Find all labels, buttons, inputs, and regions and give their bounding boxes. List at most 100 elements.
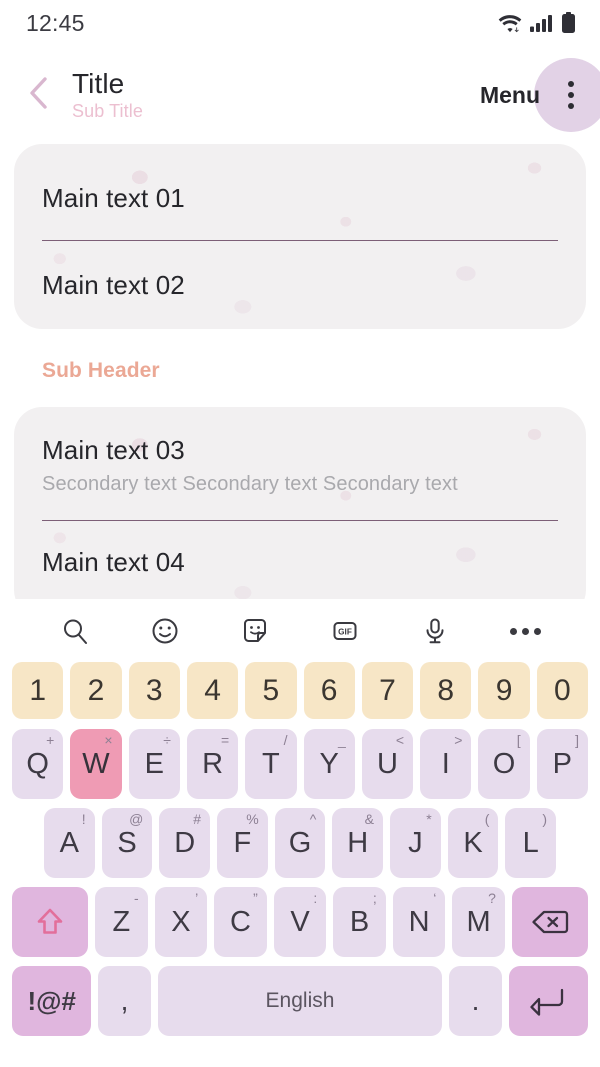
more-horizontal-icon[interactable]: [501, 607, 549, 655]
menu-label[interactable]: Menu: [480, 82, 540, 109]
sticker-icon[interactable]: [231, 607, 279, 655]
key-r-symbol: =: [221, 732, 230, 748]
symbols-key[interactable]: !@#: [12, 966, 92, 1036]
key-d[interactable]: # D: [159, 808, 210, 878]
keyboard-number-row: 1 2 3 4 5 6 7 8 9 0: [6, 662, 594, 719]
key-0[interactable]: 0: [536, 662, 588, 719]
key-7[interactable]: 7: [361, 662, 414, 719]
list-item[interactable]: Main text 01: [14, 144, 586, 240]
app-bar-actions: Menu: [480, 46, 600, 144]
key-p[interactable]: ] P: [536, 729, 588, 799]
list-item-main-text: Main text 03: [42, 435, 185, 465]
overflow-menu-button[interactable]: [534, 58, 600, 132]
key-d-symbol: #: [193, 811, 201, 827]
key-e[interactable]: ÷ E: [128, 729, 180, 799]
wifi-icon: [497, 13, 523, 33]
key-b-symbol: ;: [372, 890, 377, 906]
key-t[interactable]: / T: [245, 729, 297, 799]
key-k[interactable]: (K: [447, 808, 499, 878]
card-group-b: Main text 03 Secondary text Secondary te…: [14, 407, 586, 599]
key-o-symbol: [: [516, 732, 521, 748]
key-f-label: F: [233, 826, 252, 859]
enter-return-icon: [529, 986, 567, 1016]
key-m[interactable]: ? M: [452, 887, 505, 957]
content-area: Main text 01 Main text 02 Sub Header Mai…: [0, 144, 600, 599]
key-k-symbol: (: [484, 811, 490, 827]
enter-key[interactable]: [508, 966, 588, 1036]
keyboard-row-qwerty: + Q × W ÷ E = R / T _ Y < U > I [O ] P: [6, 729, 594, 799]
phone-screen: 12:45 Title Sub Title Menu Main text 01 …: [0, 0, 600, 1067]
list-item[interactable]: Main text 04: [14, 521, 586, 599]
key-x-symbol: ’: [195, 890, 199, 906]
key-3[interactable]: 3: [128, 662, 180, 719]
on-screen-keyboard: GIF 1 2 3 4 5 6 7 8 9 0 + Q × W ÷ E = R …: [0, 600, 600, 1067]
key-s[interactable]: @ S: [101, 808, 153, 878]
period-key[interactable]: .: [449, 966, 502, 1036]
key-y[interactable]: _ Y: [303, 729, 355, 799]
key-n[interactable]: ‘N: [392, 887, 446, 957]
key-h[interactable]: & H: [332, 808, 384, 878]
key-m-label: M: [466, 905, 491, 938]
key-j-symbol: *: [426, 811, 432, 827]
list-item[interactable]: Main text 03 Secondary text Secondary te…: [14, 407, 586, 520]
search-icon[interactable]: [51, 607, 99, 655]
key-a[interactable]: ! A: [43, 808, 95, 878]
key-c-symbol: ”: [253, 890, 258, 906]
key-q[interactable]: + Q: [12, 729, 64, 799]
key-8[interactable]: 8: [420, 662, 472, 719]
list-item[interactable]: Main text 02: [14, 241, 586, 329]
key-c[interactable]: ” C: [214, 887, 267, 957]
key-2[interactable]: 2: [70, 662, 122, 719]
key-j-label: J: [408, 826, 423, 859]
key-y-label: Y: [319, 747, 339, 780]
key-u-label: U: [376, 747, 398, 780]
key-v[interactable]: :V: [273, 887, 327, 957]
key-w[interactable]: × W: [70, 729, 122, 799]
keyboard-toolbar: GIF: [6, 600, 594, 662]
space-key[interactable]: English: [157, 966, 443, 1036]
key-9[interactable]: 9: [478, 662, 530, 719]
cellular-signal-icon: [530, 13, 554, 33]
key-z[interactable]: -Z: [95, 887, 148, 957]
key-i[interactable]: > I: [420, 729, 472, 799]
key-1[interactable]: 1: [12, 662, 64, 719]
key-i-label: I: [441, 747, 450, 780]
key-o-label: O: [492, 747, 516, 780]
key-r-label: R: [202, 747, 224, 780]
key-l[interactable]: ) L: [505, 808, 557, 878]
key-x[interactable]: ’ X: [154, 887, 208, 957]
key-b[interactable]: ; B: [333, 887, 386, 957]
key-g-label: G: [288, 826, 312, 859]
key-s-label: S: [117, 826, 137, 859]
microphone-icon[interactable]: [411, 607, 459, 655]
key-u[interactable]: < U: [361, 729, 414, 799]
key-m-symbol: ?: [488, 890, 496, 906]
key-5[interactable]: 5: [245, 662, 297, 719]
key-c-label: C: [229, 905, 251, 938]
emoji-icon[interactable]: [141, 607, 189, 655]
gif-icon[interactable]: GIF: [321, 607, 369, 655]
status-time: 12:45: [26, 9, 85, 36]
key-t-label: T: [261, 747, 280, 780]
backspace-key[interactable]: [511, 887, 589, 957]
key-g[interactable]: ^ G: [274, 808, 326, 878]
key-o[interactable]: [O: [478, 729, 530, 799]
key-g-symbol: ^: [309, 811, 317, 827]
key-6[interactable]: 6: [303, 662, 355, 719]
key-t-symbol: /: [283, 732, 288, 748]
comma-key[interactable]: ,: [98, 966, 151, 1036]
svg-text:GIF: GIF: [338, 628, 352, 637]
key-s-symbol: @: [129, 811, 144, 827]
key-j[interactable]: * J: [390, 808, 441, 878]
key-f[interactable]: % F: [217, 808, 268, 878]
key-a-symbol: !: [81, 811, 86, 827]
shift-key[interactable]: [11, 887, 89, 957]
key-r[interactable]: = R: [186, 729, 239, 799]
back-button[interactable]: [18, 74, 60, 116]
key-k-label: K: [463, 826, 483, 859]
more-vertical-icon: [568, 81, 574, 109]
keyboard-row-zxcv: -Z ’ X ” C :V ; B ‘N ? M: [6, 887, 594, 957]
key-4[interactable]: 4: [186, 662, 239, 719]
card-group-a: Main text 01 Main text 02: [14, 144, 586, 329]
key-e-symbol: ÷: [163, 732, 171, 748]
